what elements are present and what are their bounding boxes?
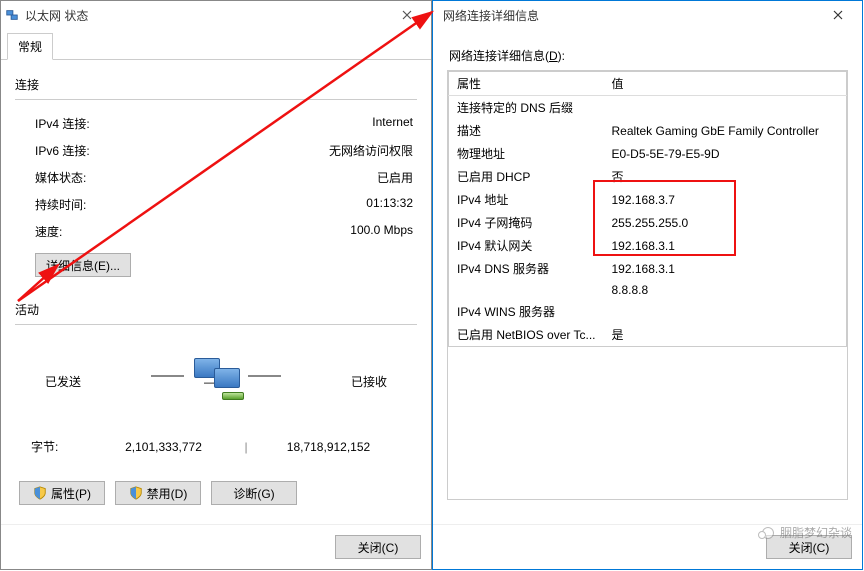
watermark-text: 胭脂梦幻杂谈 <box>780 524 852 541</box>
tab-general[interactable]: 常规 <box>7 33 53 60</box>
col-value[interactable]: 值 <box>603 72 846 96</box>
bytes-recv: 18,718,912,152 <box>256 440 401 454</box>
label: 速度: <box>35 223 62 240</box>
cell-property: 已启用 NetBIOS over Tc... <box>449 323 604 347</box>
label: 持续时间: <box>35 196 86 213</box>
cell-property <box>449 280 604 300</box>
dash-left <box>151 375 184 377</box>
shield-icon <box>33 486 47 500</box>
value: 无网络访问权限 <box>329 142 413 159</box>
cell-value <box>603 96 846 120</box>
cell-property: IPv4 DNS 服务器 <box>449 257 604 280</box>
separator: | <box>236 440 256 454</box>
button-label: 禁用(D) <box>147 485 188 502</box>
row-media: 媒体状态: 已启用 <box>15 164 417 191</box>
table-row[interactable]: 描述Realtek Gaming GbE Family Controller <box>449 119 847 142</box>
properties-button[interactable]: 属性(P) <box>19 481 105 505</box>
cell-value: 是 <box>603 323 846 347</box>
row-ipv6: IPv6 连接: 无网络访问权限 <box>15 137 417 164</box>
divider <box>15 99 417 100</box>
cell-value: 否 <box>603 165 846 188</box>
close-button[interactable] <box>818 1 858 29</box>
cell-property: 物理地址 <box>449 142 604 165</box>
table-row[interactable]: IPv4 WINS 服务器 <box>449 300 847 323</box>
close-dialog-button[interactable]: 关闭(C) <box>335 535 421 559</box>
table-row[interactable]: 8.8.8.8 <box>449 280 847 300</box>
recv-label: 已接收 <box>351 373 387 390</box>
dash-right <box>248 375 281 377</box>
cell-value: E0-D5-5E-79-E5-9D <box>603 142 846 165</box>
cell-property: IPv4 子网掩码 <box>449 211 604 234</box>
value: 01:13:32 <box>366 196 413 213</box>
col-property[interactable]: 属性 <box>449 72 604 96</box>
window-title: 以太网 状态 <box>25 7 387 24</box>
bytes-label: 字节: <box>31 438 91 455</box>
button-label: 属性(P) <box>51 485 91 502</box>
watermark: 胭脂梦幻杂谈 <box>762 524 852 541</box>
wechat-icon <box>762 527 774 539</box>
details-table: 属性 值 连接特定的 DNS 后缀描述Realtek Gaming GbE Fa… <box>448 71 847 347</box>
bytes-sent: 2,101,333,772 <box>91 440 236 454</box>
network-details-window: 网络连接详细信息 网络连接详细信息(D): 属性 值 连接特定的 DNS 后缀描… <box>432 0 863 570</box>
titlebar: 网络连接详细信息 <box>433 1 862 29</box>
table-row[interactable]: 已启用 NetBIOS over Tc...是 <box>449 323 847 347</box>
activity-panel: 已发送 —— 已接收 字节: 2,101,333,772 | 18,718,91… <box>15 335 417 455</box>
cell-property: 连接特定的 DNS 后缀 <box>449 96 604 120</box>
table-row[interactable]: IPv4 子网掩码255.255.255.0 <box>449 211 847 234</box>
table-row[interactable]: IPv4 地址192.168.3.7 <box>449 188 847 211</box>
cell-value <box>603 300 846 323</box>
row-speed: 速度: 100.0 Mbps <box>15 218 417 245</box>
cell-property: IPv4 WINS 服务器 <box>449 300 604 323</box>
cell-property: 已启用 DHCP <box>449 165 604 188</box>
label: IPv6 连接: <box>35 142 90 159</box>
computer-icon <box>200 354 242 398</box>
label: IPv4 连接: <box>35 115 90 132</box>
cell-value: 192.168.3.7 <box>603 188 846 211</box>
table-row[interactable]: IPv4 默认网关192.168.3.1 <box>449 234 847 257</box>
shield-icon <box>129 486 143 500</box>
close-button[interactable] <box>387 1 427 29</box>
section-activity-label: 活动 <box>15 301 417 318</box>
cell-value: Realtek Gaming GbE Family Controller <box>603 119 846 142</box>
table-row[interactable]: 连接特定的 DNS 后缀 <box>449 96 847 120</box>
label: 媒体状态: <box>35 169 86 186</box>
divider <box>15 324 417 325</box>
cell-value: 192.168.3.1 <box>603 234 846 257</box>
value: Internet <box>372 115 413 132</box>
cell-value: 192.168.3.1 <box>603 257 846 280</box>
table-row[interactable]: 物理地址E0-D5-5E-79-E5-9D <box>449 142 847 165</box>
cell-property: IPv4 地址 <box>449 188 604 211</box>
details-button[interactable]: 详细信息(E)... <box>35 253 131 277</box>
disable-button[interactable]: 禁用(D) <box>115 481 201 505</box>
row-duration: 持续时间: 01:13:32 <box>15 191 417 218</box>
cell-property: 描述 <box>449 119 604 142</box>
window-title: 网络连接详细信息 <box>437 7 818 24</box>
cell-value: 255.255.255.0 <box>603 211 846 234</box>
diagnose-button[interactable]: 诊断(G) <box>211 481 297 505</box>
row-ipv4: IPv4 连接: Internet <box>15 110 417 137</box>
details-label: 网络连接详细信息(D): <box>447 39 848 70</box>
cell-property: IPv4 默认网关 <box>449 234 604 257</box>
ethernet-status-window: 以太网 状态 常规 连接 IPv4 连接: Internet IPv6 连接: 无网… <box>0 0 432 570</box>
tab-strip: 常规 <box>1 29 431 60</box>
value: 100.0 Mbps <box>350 223 413 240</box>
sent-label: 已发送 <box>45 373 81 390</box>
titlebar: 以太网 状态 <box>1 1 431 29</box>
cell-value: 8.8.8.8 <box>603 280 846 300</box>
network-icon <box>5 8 19 22</box>
table-row[interactable]: IPv4 DNS 服务器192.168.3.1 <box>449 257 847 280</box>
section-connection-label: 连接 <box>15 76 417 93</box>
table-row[interactable]: 已启用 DHCP否 <box>449 165 847 188</box>
details-listview[interactable]: 属性 值 连接特定的 DNS 后缀描述Realtek Gaming GbE Fa… <box>447 70 848 500</box>
value: 已启用 <box>377 169 413 186</box>
button-label: 诊断(G) <box>233 485 274 502</box>
